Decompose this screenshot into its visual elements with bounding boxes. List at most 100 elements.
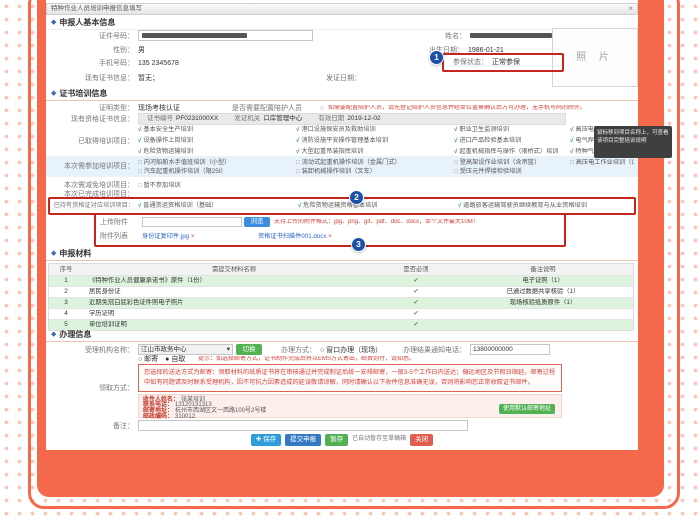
checked-icon: √ (296, 148, 299, 155)
footer-actions: ✚ 保存 提交申报 暂存 已自动暂存至草稿箱 关闭 (46, 434, 638, 446)
checkbox-item[interactable]: □高压电工作业培训（试用期） (570, 158, 634, 167)
checkbox-item[interactable]: √基本安全生产培训 (138, 124, 193, 135)
section-basic-header: ◆ 申报人基本信息 (51, 18, 115, 28)
save-button[interactable]: ✚ 保存 (251, 434, 281, 446)
mode-label: 办理方式： (272, 347, 316, 355)
check-icon: ✔ (379, 277, 453, 285)
divider (46, 260, 638, 261)
table-row: 4 学历证明 ✔ (49, 308, 633, 319)
remark-input[interactable] (138, 420, 468, 431)
checkbox-item[interactable]: □汽车起重机操作培训（限25t） (138, 167, 230, 176)
agency-label: 受理机构名称： (46, 347, 134, 355)
need-escort-note: 如需要配置陪护人员，请先登记陪护人员信息并经单位盖章确认后方可办理，无手机号码的… (328, 105, 634, 112)
attend-col-2: □流动式起重机操作培训（金属门式） □装卸机械操作培训（叉车） (296, 158, 401, 176)
cert-no-value: PF0231000XX (176, 115, 218, 122)
existing-cert-value: 暂无； (138, 75, 159, 83)
table-row: 5 单位培训证明 ✔ (49, 319, 633, 330)
attachment-list-label: 附件列表 (100, 233, 140, 241)
checkbox-item[interactable]: □装卸机械操作培训（叉车） (296, 167, 401, 176)
agency-select[interactable]: 江山市政务中心 ▾ (138, 344, 233, 355)
redacted-id-value (142, 33, 247, 38)
close-icon[interactable]: × (628, 5, 633, 13)
cert-date-label: 有效日期 (318, 115, 344, 122)
table-row: 3 近期免冠白底彩色证件照电子照片 ✔ 现场核验纸质原件（1） (49, 297, 633, 308)
document-icon: ◆ (51, 250, 56, 258)
briefcase-icon: ◆ (51, 331, 56, 339)
annotation-badge-3: 3 (352, 238, 365, 251)
browse-button[interactable]: 浏览 (244, 217, 270, 227)
checkbox-item[interactable]: √ 危险货物运输资格基本培训 (298, 202, 377, 209)
cert-type-label: 证明类型： (46, 105, 134, 113)
checked-icon: √ (138, 126, 141, 133)
check-icon: ✔ (379, 321, 453, 329)
attend-col-3: □登高架设作业培训（含吊篮） □受压元件焊接检验培训 (454, 158, 540, 176)
training-tooltip: 鼠标移到项目名称上，可查看该项目完整培训说明 (594, 126, 672, 158)
person-icon: ◆ (51, 19, 56, 27)
obtained-col-1: √基本安全生产培训 √设备操作上岗培训 √危险货物运输培训 (138, 124, 193, 157)
close-button[interactable]: 关闭 (410, 434, 433, 446)
annotation-badge-1: 1 (430, 51, 443, 64)
status-value: 正常参保 (492, 59, 520, 67)
unchecked-icon: □ (138, 182, 142, 189)
switch-agency-button[interactable]: 切换 (236, 344, 262, 355)
obtained-col-2: √港口设施保安员及救助培训 √消防设施平安操作管理基本培训 √大型起重吊装指挥培… (296, 124, 388, 157)
certificate-icon: ◆ (51, 90, 56, 98)
table-row: 1 《特种作业人员健康承诺书》原件（1份） ✔ 电子证照（1） (49, 275, 633, 286)
issue-date-label: 发证日期： (316, 75, 361, 83)
cert-no-label: 证书编号 (147, 115, 173, 122)
birth-value: 1986-01-21 (468, 47, 504, 55)
stash-button[interactable]: 暂存 (325, 434, 348, 446)
gender-label: 性别： (46, 47, 134, 55)
unchecked-icon: □ (454, 168, 458, 175)
checkbox-item[interactable]: □流动式起重机操作培训（金属门式） (296, 158, 401, 167)
checked-icon: √ (138, 202, 141, 209)
mode-radio[interactable]: ○ 窗口办理（现场） (320, 347, 382, 355)
upload-label: 上传附件 (100, 219, 140, 227)
waive-trainings-label: 本次需减免培训项目： (46, 182, 134, 190)
submit-button[interactable]: 提交申报 (285, 434, 321, 446)
matched-trainings-label: 已持有资格证对应培训项目： (46, 202, 134, 209)
unchecked-icon: □ (296, 168, 300, 175)
obtained-col-3: √职业卫生监测培训 √进口产品检验基本培训 √起重机械指挥与操作（限桥式）培训 (454, 124, 558, 157)
checkbox-item[interactable]: √ 道路旅客运输驾驶员继续教育与从业资格培训 (458, 202, 587, 209)
attachment-link[interactable]: 资格证书扫描件001.docx × (258, 233, 332, 240)
delivery-label: 领取方式： (46, 385, 134, 393)
section-cert-header: ◆ 证书培训信息 (51, 89, 107, 99)
checked-icon: √ (454, 126, 457, 133)
remove-icon[interactable]: × (191, 233, 195, 240)
attachment-link[interactable]: 身份证复印件.jpg × (142, 233, 194, 240)
checkbox-item[interactable]: √职业卫生监测培训 (454, 124, 558, 135)
checked-icon: √ (454, 148, 457, 155)
checkbox-item[interactable]: √ 普通货运资格培训（基础） (138, 202, 217, 209)
checked-icon: √ (296, 137, 299, 144)
checked-icon: √ (138, 148, 141, 155)
notify-phone-input[interactable]: 13800000000 (470, 344, 550, 355)
cert-org-label: 发证机关 (234, 115, 260, 122)
notify-phone-label: 办理结果通知电话： (394, 347, 466, 355)
checkbox-item[interactable]: □登高架设作业培训（含吊篮） (454, 158, 540, 167)
checkbox-item[interactable]: √设备操作上岗培训 (138, 135, 193, 146)
checkbox-item[interactable]: √进口产品检验基本培训 (454, 135, 558, 146)
checked-icon: √ (458, 202, 461, 209)
remove-icon[interactable]: × (328, 233, 332, 240)
form-window: 特种作业人员培训申报信息填写 × ◆ 申报人基本信息 证件号码： 姓名： 性别：… (46, 0, 638, 450)
upload-file-input[interactable] (142, 217, 242, 227)
obtained-trainings-label: 已取得培训项目： (46, 138, 134, 146)
unchecked-icon: □ (454, 159, 458, 166)
photo-placeholder: 照 片 (552, 28, 638, 87)
checkbox-item[interactable]: √港口设施保安员及救助培训 (296, 124, 388, 135)
window-title: 特种作业人员培训申报信息填写 (51, 5, 142, 13)
checkbox-item[interactable]: √消防设施平安操作管理基本培训 (296, 135, 388, 146)
checkbox-item[interactable]: □内河船舶水手值班培训（小型） (138, 158, 230, 167)
use-default-address-button[interactable]: 使用默认邮寄地址 (499, 404, 555, 414)
cert-org-value: 口岸管理中心 (263, 115, 302, 122)
redacted-name-value (470, 33, 552, 38)
remark-label: 备注： (86, 423, 134, 431)
checkbox-item[interactable]: □受压元件焊接检验培训 (454, 167, 540, 176)
checked-icon: √ (454, 137, 457, 144)
checkbox-item[interactable]: □ 暂不参加培训 (138, 182, 181, 189)
unchecked-icon: □ (138, 168, 142, 175)
annotation-badge-2: 2 (350, 191, 363, 204)
mail-notice: 您选择的送达方式为邮寄：领取材料的纸质证书将在审核通过并完成制证后统一安排邮寄，… (138, 364, 562, 392)
gender-value: 男 (138, 47, 145, 55)
